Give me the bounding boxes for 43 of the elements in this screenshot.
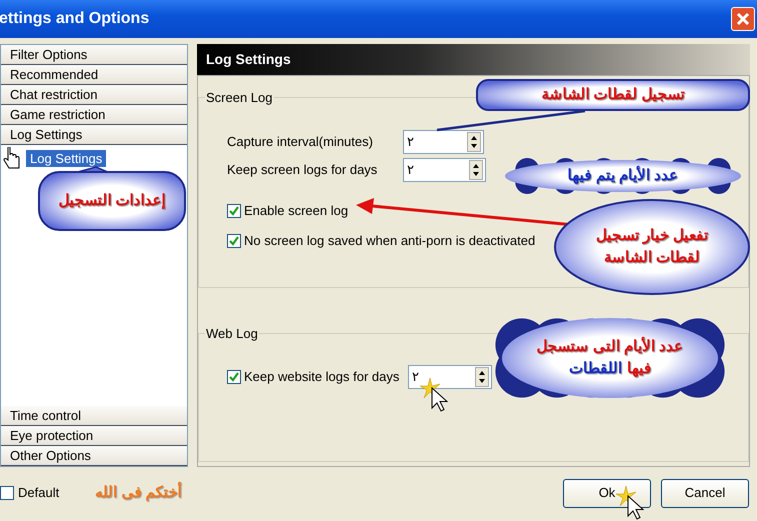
callout-text: لقطات الشاسة (604, 248, 700, 268)
checkbox-label: Enable screen log (244, 202, 348, 220)
checkbox[interactable] (227, 234, 241, 248)
spin-arrows-icon (475, 366, 489, 386)
field-value: ٢ (412, 368, 419, 386)
callout-text: اللقطات (569, 359, 622, 379)
nav-item[interactable]: Chat restriction (1, 85, 187, 105)
nav-item[interactable]: Log Settings (1, 125, 187, 145)
spin-arrows-icon (467, 132, 481, 152)
checkbox-label: Keep website logs for days (244, 368, 400, 386)
callout-text: تفعيل خيار تسجيل (596, 226, 708, 246)
field-value: ٢ (407, 160, 414, 179)
nav-item[interactable]: Game restriction (1, 105, 187, 125)
callout-text: عدد الأيام يتم فيها (568, 165, 678, 186)
checkbox[interactable] (227, 204, 241, 218)
callout-text: تسجيل لقطات الشاشة (541, 85, 685, 105)
group-title: Web Log (205, 325, 259, 343)
field-label: Capture interval(minutes) (227, 132, 374, 151)
callout-text: عدد الأيام التى ستسجل (536, 336, 684, 357)
nav-item[interactable]: Other Options (1, 446, 187, 466)
nav-item[interactable]: Filter Options (1, 45, 187, 65)
window-title: ettings and Options (0, 9, 150, 29)
nav-subitem[interactable]: Log Settings (26, 150, 106, 167)
checkbox[interactable] (227, 370, 241, 384)
spin-field[interactable]: ٢ (403, 158, 486, 182)
field-label: Keep screen logs for days (227, 160, 378, 179)
callout-text: إعدادات التسجيل (58, 191, 166, 211)
callout-text: فيها (627, 359, 651, 379)
checkbox-label: Default (18, 484, 60, 502)
spin-field[interactable]: ٢ (403, 130, 484, 154)
close-button[interactable] (731, 7, 755, 31)
dialog-button[interactable]: Cancel (661, 478, 749, 508)
nav-item[interactable]: Recommended (1, 65, 187, 85)
panel-title: Log Settings (206, 50, 291, 69)
field-value: ٢ (407, 132, 414, 151)
nav-item[interactable]: Eye protection (1, 426, 187, 446)
checkbox-label: No screen log saved when anti-porn is deactivated (244, 232, 536, 250)
close-icon (736, 12, 750, 26)
nav-item[interactable]: Time control (1, 406, 187, 426)
signature-text: أختكم فى الله (95, 482, 182, 503)
spin-arrows-icon (469, 160, 483, 180)
checkbox[interactable] (0, 486, 14, 500)
group-title: Screen Log (205, 89, 274, 107)
